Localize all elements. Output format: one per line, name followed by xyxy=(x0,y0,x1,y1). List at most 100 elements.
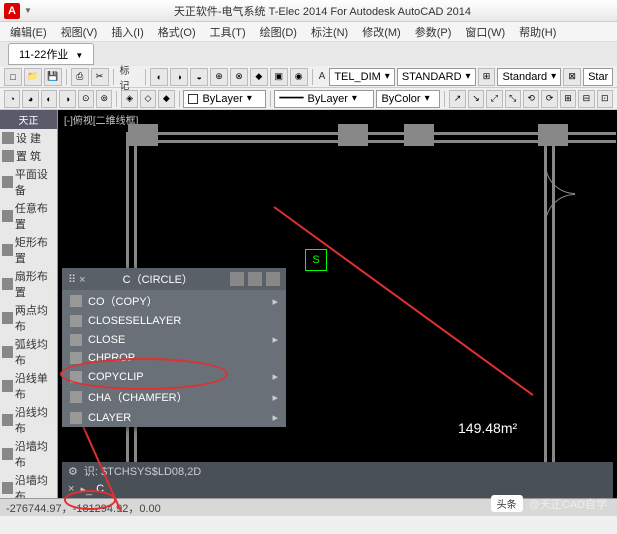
sidebar-item[interactable]: 沿线单布 xyxy=(0,369,57,403)
tool-icon[interactable]: ◑ xyxy=(170,68,188,86)
autocomplete-item[interactable]: CHA（CHAMFER） xyxy=(62,386,286,408)
tool-icon[interactable]: ⊞ xyxy=(478,68,496,86)
sidebar-item[interactable]: 弧线均布 xyxy=(0,335,57,369)
document-tab[interactable]: 11-22作业 ▼ xyxy=(8,43,94,65)
tool-icon[interactable]: ⊠ xyxy=(563,68,581,86)
autocomplete-selected[interactable]: C（CIRCLE） xyxy=(123,271,193,287)
item-icon xyxy=(2,244,13,256)
tel-dim-prefix: A xyxy=(317,71,328,82)
standard-combo[interactable]: STANDARD▾ xyxy=(397,68,476,86)
layer-icon[interactable]: ⊚ xyxy=(96,90,112,108)
help-icon[interactable] xyxy=(266,272,280,286)
watermark-text: @天正CAD自学 xyxy=(529,496,607,512)
tool-icon[interactable]: ⊟ xyxy=(578,90,594,108)
item-icon xyxy=(2,150,14,162)
save-icon[interactable]: 💾 xyxy=(44,68,62,86)
layer-icon[interactable]: ⊙ xyxy=(78,90,94,108)
menu-param[interactable]: 参数(P) xyxy=(409,22,458,42)
command-label: CO（COPY） xyxy=(88,293,158,309)
item-icon xyxy=(2,312,13,324)
menu-insert[interactable]: 插入(I) xyxy=(105,22,149,42)
autocomplete-item[interactable]: CLOSE xyxy=(62,330,286,349)
command-input[interactable] xyxy=(96,483,238,495)
layer-icon[interactable]: ◇ xyxy=(140,90,156,108)
tool-icon[interactable]: ▣ xyxy=(270,68,288,86)
arrow-down-icon[interactable]: ▼ xyxy=(24,6,32,15)
autocomplete-item[interactable]: CHPROP xyxy=(62,349,286,367)
sidebar-item[interactable]: 矩形布置 xyxy=(0,233,57,267)
star-combo[interactable]: Star xyxy=(583,68,613,86)
app-icon[interactable]: A xyxy=(4,3,20,19)
item-icon xyxy=(2,380,13,392)
tool-icon[interactable]: ⊡ xyxy=(597,90,613,108)
menu-modify[interactable]: 修改(M) xyxy=(356,22,407,42)
new-icon[interactable]: □ xyxy=(4,68,22,86)
item-icon xyxy=(2,132,14,144)
sidebar-item[interactable]: 平面设备 xyxy=(0,165,57,199)
pin-icon[interactable] xyxy=(248,272,262,286)
menu-window[interactable]: 窗口(W) xyxy=(459,22,511,42)
item-label: 矩形布置 xyxy=(15,234,55,266)
tool-icon[interactable]: ◉ xyxy=(290,68,308,86)
sidebar-item[interactable]: 两点均布 xyxy=(0,301,57,335)
sidebar-item[interactable]: 任意布置 xyxy=(0,199,57,233)
tool-icon[interactable]: ⊕ xyxy=(210,68,228,86)
bylayer-combo[interactable]: ByLayer▾ xyxy=(183,90,265,108)
sidebar-item[interactable]: 设 建 xyxy=(0,129,57,147)
linetype-combo[interactable]: ━━━━ ByLayer▾ xyxy=(274,90,374,108)
layer-icon[interactable]: ◑ xyxy=(59,90,75,108)
autocomplete-item[interactable]: CO（COPY） xyxy=(62,290,286,312)
autocomplete-item[interactable]: CLAYER xyxy=(62,408,286,427)
cut-icon[interactable]: ✂ xyxy=(91,68,109,86)
layer-icon[interactable]: ◔ xyxy=(4,90,20,108)
command-line[interactable]: ⚙ 识: $TCHSYS$LD08,2D xyxy=(62,462,613,480)
tel-dim-combo[interactable]: TEL_DIM▾ xyxy=(329,68,395,86)
sidebar-item[interactable]: 扇形布置 xyxy=(0,267,57,301)
tab-dropdown-icon[interactable]: ▼ xyxy=(75,51,83,60)
tool-icon[interactable]: ⊗ xyxy=(230,68,248,86)
layer-icon[interactable]: ◐ xyxy=(41,90,57,108)
toolbar-1: □ 📁 💾 ⎙ ✂ 标记 ◐ ◑ ◒ ⊕ ⊗ ◆ ▣ ◉ A TEL_DIM▾ … xyxy=(0,66,617,88)
sidebar-item[interactable]: 置 筑 xyxy=(0,147,57,165)
command-icon xyxy=(70,295,82,307)
chevron-icon: ▸_ xyxy=(80,483,92,496)
tool-icon[interactable]: ◐ xyxy=(150,68,168,86)
standard2-combo[interactable]: Standard▾ xyxy=(497,68,561,86)
tool-icon[interactable]: ⤡ xyxy=(505,90,521,108)
tool-icon[interactable]: ◒ xyxy=(190,68,208,86)
command-label: CLOSESELLAYER xyxy=(88,315,181,327)
layer-icon[interactable]: ◈ xyxy=(121,90,137,108)
layer-icon[interactable]: ◆ xyxy=(158,90,174,108)
drag-handle-icon[interactable]: ⠿ × xyxy=(68,273,86,286)
close-icon[interactable]: × xyxy=(68,483,74,495)
tool-icon[interactable]: ⟳ xyxy=(541,90,557,108)
sidebar-item[interactable]: 沿墙均布 xyxy=(0,437,57,471)
menu-help[interactable]: 帮助(H) xyxy=(513,22,562,42)
print-icon[interactable]: ⎙ xyxy=(71,68,89,86)
open-icon[interactable]: 📁 xyxy=(24,68,42,86)
menu-format[interactable]: 格式(O) xyxy=(152,22,202,42)
menu-draw[interactable]: 绘图(D) xyxy=(254,22,303,42)
layer-icon[interactable]: ◕ xyxy=(22,90,38,108)
insertion-marker[interactable]: S xyxy=(305,249,327,271)
tool-icon[interactable]: ⤢ xyxy=(486,90,502,108)
sidebar-item[interactable]: 沿线均布 xyxy=(0,403,57,437)
tool-icon[interactable]: ↗ xyxy=(449,90,465,108)
tool-icon[interactable]: ⊞ xyxy=(560,90,576,108)
menu-dimension[interactable]: 标注(N) xyxy=(305,22,354,42)
menu-edit[interactable]: 编辑(E) xyxy=(4,22,53,42)
autocomplete-item[interactable]: COPYCLIP xyxy=(62,367,286,386)
item-icon xyxy=(2,346,13,358)
tool-icon[interactable]: ⟲ xyxy=(523,90,539,108)
gear-icon[interactable]: ⚙ xyxy=(68,465,78,478)
wrench-icon[interactable] xyxy=(230,272,244,286)
tool-icon[interactable]: ◆ xyxy=(250,68,268,86)
menu-tools[interactable]: 工具(T) xyxy=(204,22,252,42)
autocomplete-item[interactable]: CLOSESELLAYER xyxy=(62,312,286,330)
item-icon xyxy=(2,448,13,460)
tool-icon[interactable]: ↘ xyxy=(468,90,484,108)
command-label: CLOSE xyxy=(88,334,125,346)
bycolor-combo[interactable]: ByColor▾ xyxy=(376,90,440,108)
title-bar: A ▼ 天正软件-电气系统 T-Elec 2014 For Autodesk A… xyxy=(0,0,617,22)
menu-view[interactable]: 视图(V) xyxy=(55,22,104,42)
